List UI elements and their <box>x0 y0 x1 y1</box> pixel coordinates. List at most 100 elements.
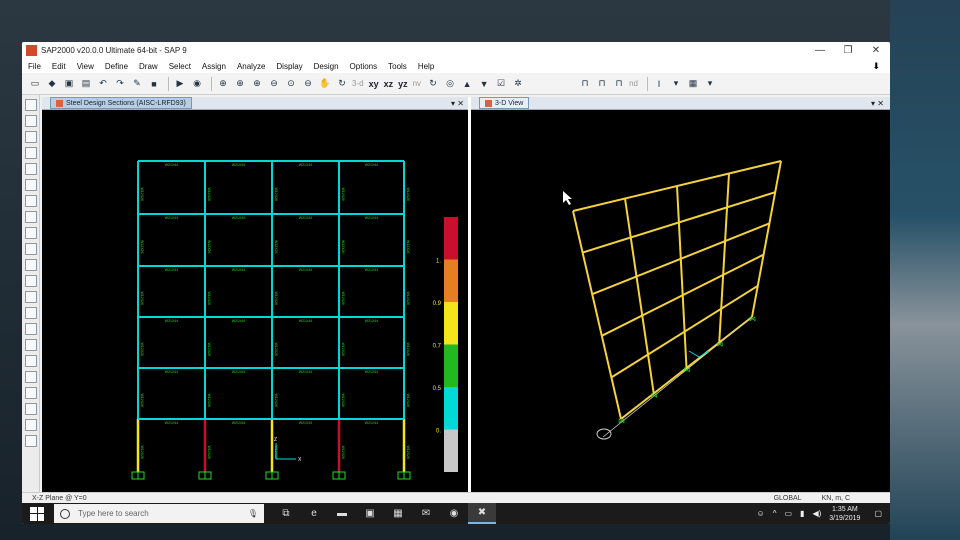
zoom-fit-icon[interactable]: ⊙ <box>284 77 298 91</box>
rubber-band-icon[interactable]: ↻ <box>426 77 440 91</box>
menu-analyze[interactable]: Analyze <box>237 62 265 71</box>
window-menu-icon[interactable]: ▾ ✕ <box>871 99 884 108</box>
tray-expand-icon[interactable]: ^ <box>773 509 777 518</box>
sap2000-taskbar-icon[interactable]: ✖ <box>468 503 496 524</box>
zoom-restore-icon[interactable]: ⊕ <box>233 77 247 91</box>
view-xy-button[interactable]: xy <box>369 79 379 89</box>
rect-tool-icon[interactable] <box>24 227 37 239</box>
view-yz-button[interactable]: yz <box>398 79 408 89</box>
mail-icon[interactable]: ✉ <box>412 503 440 524</box>
undo-icon[interactable]: ↶ <box>96 77 110 91</box>
menu-display[interactable]: Display <box>276 62 302 71</box>
tab-3d-view[interactable]: 3-D View <box>479 97 530 109</box>
menu-assign[interactable]: Assign <box>202 62 226 71</box>
dropdown-icon[interactable]: ▾ <box>669 77 683 91</box>
nd-label[interactable]: nd <box>629 79 638 88</box>
task-view-icon[interactable]: ⧉ <box>272 503 300 524</box>
snap-perp-icon[interactable] <box>24 387 37 399</box>
volume-icon[interactable]: ◀) <box>812 509 821 518</box>
save-icon[interactable]: ▣ <box>62 77 76 91</box>
3d-view-window[interactable]: 3-D View ▾ ✕ ⋈ ⋈ ⋈ ⋈ ⋈ <box>471 97 890 492</box>
taskbar-search[interactable]: Type here to search 🎙 <box>54 504 264 523</box>
snap-joint-icon[interactable] <box>24 323 37 335</box>
coordinate-system[interactable]: GLOBAL <box>774 495 802 502</box>
maximize-button[interactable]: ❐ <box>834 45 862 56</box>
intersect-icon[interactable] <box>24 307 37 319</box>
menu-define[interactable]: Define <box>105 62 128 71</box>
units-selector[interactable]: KN, m, C <box>822 495 850 502</box>
frame-draw-2-icon[interactable]: ⊓ <box>595 77 609 91</box>
menu-select[interactable]: Select <box>169 62 191 71</box>
snap-all-icon[interactable] <box>24 419 37 431</box>
window-menu-icon[interactable]: ▾ ✕ <box>451 99 464 108</box>
dropdown-icon[interactable]: ▾ <box>703 77 717 91</box>
up-arrow-icon[interactable]: ▲ <box>460 77 474 91</box>
snap-grid-icon[interactable] <box>24 403 37 415</box>
close-button[interactable]: ✕ <box>862 45 890 56</box>
menu-options[interactable]: Options <box>350 62 378 71</box>
view-xz-button[interactable]: xz <box>384 79 394 89</box>
cross-tool-icon[interactable] <box>24 179 37 191</box>
edge-icon[interactable]: e <box>300 503 328 524</box>
zoom-out-icon[interactable]: ⊖ <box>267 77 281 91</box>
options-icon[interactable]: ✲ <box>511 77 525 91</box>
zoom-in-icon[interactable]: ⊕ <box>250 77 264 91</box>
view-nv-button[interactable]: nv <box>413 79 421 88</box>
select-prev-icon[interactable] <box>24 275 37 287</box>
select-clear-icon[interactable] <box>24 291 37 303</box>
check-icon[interactable]: ☑ <box>494 77 508 91</box>
joint-tool-icon[interactable] <box>24 131 37 143</box>
steel-design-window[interactable]: Steel Design Sections (AISC-LRFD93) ▾ ✕ … <box>42 97 470 492</box>
reshape-tool-icon[interactable] <box>24 115 37 127</box>
print-icon[interactable]: ▤ <box>79 77 93 91</box>
network-icon[interactable]: ▮ <box>800 509 804 518</box>
menu-view[interactable]: View <box>77 62 94 71</box>
frame-quick-icon[interactable]: ⊓ <box>612 77 626 91</box>
menu-tools[interactable]: Tools <box>388 62 407 71</box>
brace-tool-icon[interactable] <box>24 163 37 175</box>
view-3d-button[interactable]: 3-d <box>352 79 364 88</box>
text-cursor-icon[interactable]: I <box>652 77 666 91</box>
people-icon[interactable]: ☺ <box>757 509 765 518</box>
office-icon[interactable]: ▦ <box>384 503 412 524</box>
quad-tool-icon[interactable] <box>24 211 37 223</box>
snap-line-icon[interactable] <box>24 371 37 383</box>
menu-help[interactable]: Help <box>418 62 434 71</box>
run-step-icon[interactable]: ◉ <box>190 77 204 91</box>
frame-elevation-view[interactable]: W21X44 W21X44 W21X44 W21X44 W21X44 W21X44 W21X… <box>42 109 470 492</box>
microphone-icon[interactable]: 🎙 <box>248 509 258 518</box>
file-explorer-icon[interactable]: ▬ <box>328 503 356 524</box>
perspective-icon[interactable]: ◎ <box>443 77 457 91</box>
store-icon[interactable]: ▣ <box>356 503 384 524</box>
minimize-button[interactable]: — <box>806 45 834 56</box>
display-box-icon[interactable]: ▦ <box>686 77 700 91</box>
menu-file[interactable]: File <box>28 62 41 71</box>
frame-3d-view[interactable]: ⋈ ⋈ ⋈ ⋈ ⋈ <box>471 109 890 492</box>
battery-icon[interactable]: ▭ <box>784 509 792 518</box>
menu-edit[interactable]: Edit <box>52 62 66 71</box>
snap-end-icon[interactable] <box>24 355 37 367</box>
chrome-icon[interactable]: ◉ <box>440 503 468 524</box>
clock[interactable]: 1:35 AM 3/19/2019 <box>829 505 860 523</box>
frame-tool-icon[interactable] <box>24 147 37 159</box>
poly-tool-icon[interactable] <box>24 243 37 255</box>
snap-mid-icon[interactable] <box>24 339 37 351</box>
lock-icon[interactable]: ■ <box>147 77 161 91</box>
windows-start-icon[interactable] <box>30 506 44 521</box>
open-file-icon[interactable]: ◆ <box>45 77 59 91</box>
zoom-window-icon[interactable]: ⊕ <box>216 77 230 91</box>
frame-draw-icon[interactable]: ⊓ <box>578 77 592 91</box>
new-file-icon[interactable]: ▭ <box>28 77 42 91</box>
rotate-view-icon[interactable]: ↻ <box>335 77 349 91</box>
run-analysis-icon[interactable]: ▶ <box>173 77 187 91</box>
menu-design[interactable]: Design <box>314 62 339 71</box>
area-tool-icon[interactable] <box>24 195 37 207</box>
tab-steel-design[interactable]: Steel Design Sections (AISC-LRFD93) <box>50 97 192 109</box>
zoom-prev-icon[interactable]: ⊖ <box>301 77 315 91</box>
download-icon[interactable]: ⬇ <box>872 61 880 72</box>
pan-hand-icon[interactable]: ✋ <box>318 77 332 91</box>
redo-icon[interactable]: ↷ <box>113 77 127 91</box>
edit-pencil-icon[interactable]: ✎ <box>130 77 144 91</box>
snap-none-icon[interactable] <box>24 435 37 447</box>
down-arrow-icon[interactable]: ▼ <box>477 77 491 91</box>
